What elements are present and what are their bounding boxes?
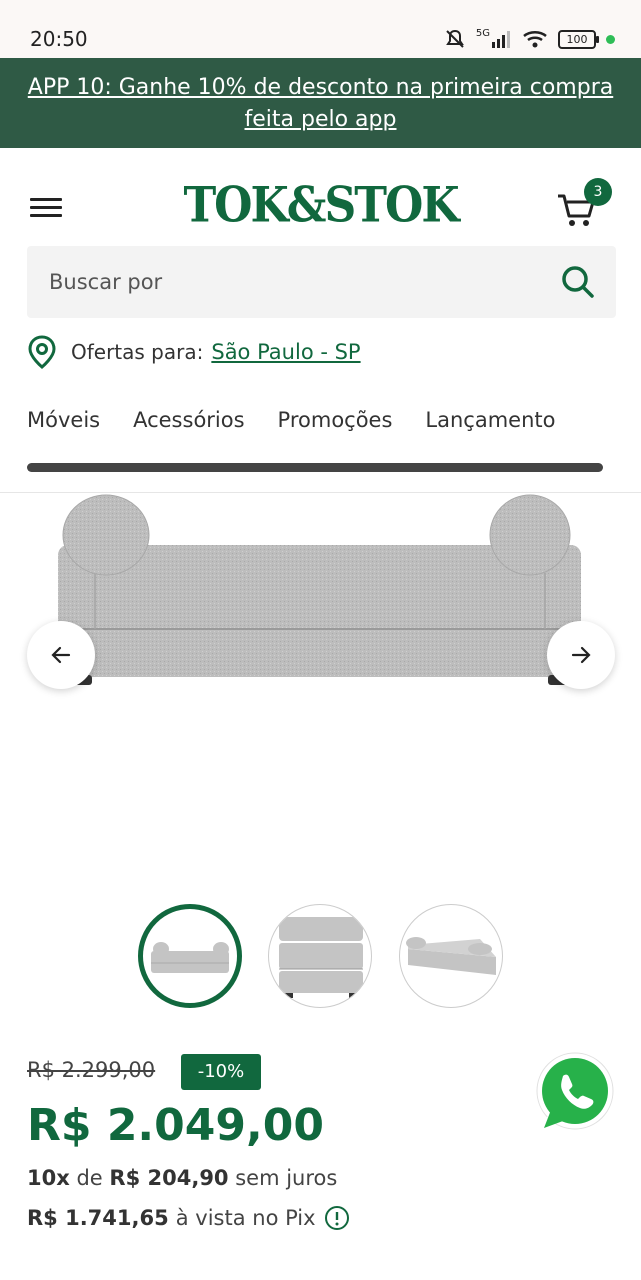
privacy-dot [606,34,615,44]
installments-de: de [76,1166,103,1190]
arrow-right-icon [571,646,591,664]
gallery-next-button[interactable] [547,621,615,689]
battery-indicator: 100 [558,29,599,49]
signal-icon [492,31,510,48]
status-time: 20:50 [30,27,88,51]
current-price: R$ 2.049,00 [27,1100,324,1151]
whatsapp-icon[interactable] [530,1050,616,1136]
thumbnail-image [279,917,363,998]
promo-text[interactable]: APP 10: Ganhe 10% de desconto na primeir… [28,75,613,132]
thumbnail-image [151,942,229,973]
installments-suffix: sem juros [235,1166,338,1190]
installment-value: R$ 204,90 [109,1166,229,1190]
mute-bell-icon [446,29,464,48]
arrow-left-icon [51,646,71,664]
product-gallery[interactable] [0,493,641,893]
search-icon[interactable] [560,264,596,300]
location-city-link[interactable]: São Paulo - SP [211,340,360,364]
site-header: TOK&STOK 3 [0,148,641,244]
nav-scrollbar[interactable] [27,463,603,472]
nav-item-acessorios[interactable]: Acessórios [133,408,244,432]
search-input[interactable]: Buscar por [49,270,162,294]
promo-banner[interactable]: APP 10: Ganhe 10% de desconto na primeir… [0,58,641,148]
old-price: R$ 2.299,00 [27,1058,156,1082]
info-icon[interactable] [324,1205,350,1231]
nav-item-lancamento[interactable]: Lançamento [425,408,555,432]
search-bar[interactable]: Buscar por [27,246,616,318]
category-nav: Móveis Acessórios Promoções Lançamento [27,408,588,432]
cart-count-badge: 3 [584,178,612,206]
gallery-thumbnail-3[interactable] [399,904,503,1008]
gallery-thumbnail-1[interactable] [138,904,242,1008]
pix-price: R$ 1.741,65 [27,1206,169,1230]
location-label: Ofertas para: [71,340,204,364]
status-bar: 20:50 5G 100 [0,0,641,58]
gallery-prev-button[interactable] [27,621,95,689]
gallery-thumbnail-2[interactable] [268,904,372,1008]
pix-suffix: à vista no Pix [175,1206,316,1230]
status-icons: 5G 100 [444,28,615,50]
nav-item-promocoes[interactable]: Promoções [278,408,393,432]
thumbnail-image [406,937,496,975]
brand-logo[interactable]: TOK&STOK [0,177,641,233]
product-image [58,494,581,685]
location-pin-icon [28,335,56,369]
installments-count: 10x [27,1166,70,1190]
nav-item-moveis[interactable]: Móveis [27,408,100,432]
installments-info: 10x de R$ 204,90 sem juros [27,1166,337,1190]
wifi-icon [523,31,547,48]
location-selector[interactable]: Ofertas para: São Paulo - SP [27,334,361,370]
pix-info: R$ 1.741,65 à vista no Pix [27,1205,350,1231]
discount-badge: -10% [181,1054,261,1090]
network-label: 5G [475,28,490,39]
